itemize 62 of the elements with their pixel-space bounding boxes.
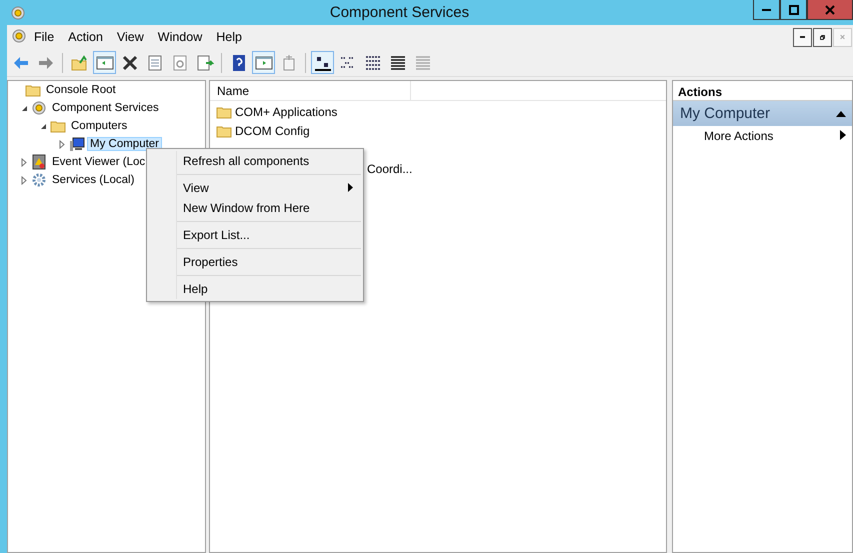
pane-icon [254,54,272,72]
menu-item[interactable]: Help [209,27,249,47]
properties-icon [146,54,164,72]
details-view-icon [414,54,432,72]
restore-icon [820,32,825,42]
maximize-icon [788,4,798,14]
action-link[interactable]: More Actions [673,126,852,146]
menu-item[interactable]: Export List... [177,225,361,245]
gear-ball-icon [31,100,47,116]
tree-item[interactable]: Event Viewer (Loc [49,155,148,169]
list-item[interactable]: Coordi... [367,162,412,176]
computer-icon [69,136,85,152]
submenu-arrow-icon [840,130,846,140]
menu-item[interactable]: Properties [177,252,361,272]
minimize-icon [800,36,805,38]
list-item[interactable]: COM+ Applications [235,104,338,118]
tree-item[interactable]: Component Services [49,101,162,115]
maximize-button[interactable] [780,0,807,20]
toolbar-button[interactable] [252,51,275,74]
menu-item[interactable]: New Window from Here [177,198,361,218]
close-icon [840,33,845,41]
column-header[interactable]: Name [210,81,411,100]
list-item[interactable]: DCOM Config [235,124,310,138]
actions-section[interactable]: My Computer [673,101,852,126]
menu-item[interactable]: Window [150,27,210,47]
pane-icon [96,54,114,72]
menu-item[interactable]: Action [61,27,110,47]
collapsed-icon[interactable] [20,176,28,184]
details-view-icon [388,54,406,72]
tree-item[interactable]: My Computer [87,137,162,151]
window-title: Component Services [328,4,470,21]
folder-up-icon [70,54,88,72]
section-title: My Computer [680,105,770,122]
restore-button[interactable] [813,28,832,46]
gear-icon [31,172,47,188]
collapse-icon[interactable] [836,110,846,118]
minimize-button[interactable] [753,0,780,20]
app-icon [11,28,27,44]
close-button[interactable] [807,0,853,20]
menu-item[interactable]: Help [177,279,361,299]
toolbar-button[interactable] [311,51,334,74]
tree-item[interactable]: Console Root [43,83,119,97]
delete-icon [120,54,138,72]
export-list-icon [196,54,214,72]
tree-item[interactable]: Services (Local) [49,173,138,187]
close-icon [825,4,835,14]
expanded-icon[interactable] [20,104,28,112]
menu-item[interactable]: File [27,27,62,47]
refresh-icon [170,54,188,72]
event-log-icon [31,154,47,170]
minimize-icon [762,8,771,10]
collapsed-icon[interactable] [58,140,66,148]
menu-item[interactable]: View [110,27,151,47]
list-view-icon [364,54,382,72]
tree-item[interactable]: Computers [68,119,130,133]
app-icon [10,4,26,20]
toolbar-button[interactable] [93,51,116,74]
menu-item[interactable]: View [177,178,361,198]
collapsed-icon[interactable] [20,158,28,166]
minimize-button[interactable] [793,28,812,46]
expanded-icon[interactable] [38,122,48,130]
menu-item[interactable]: Refresh all components [177,151,361,171]
